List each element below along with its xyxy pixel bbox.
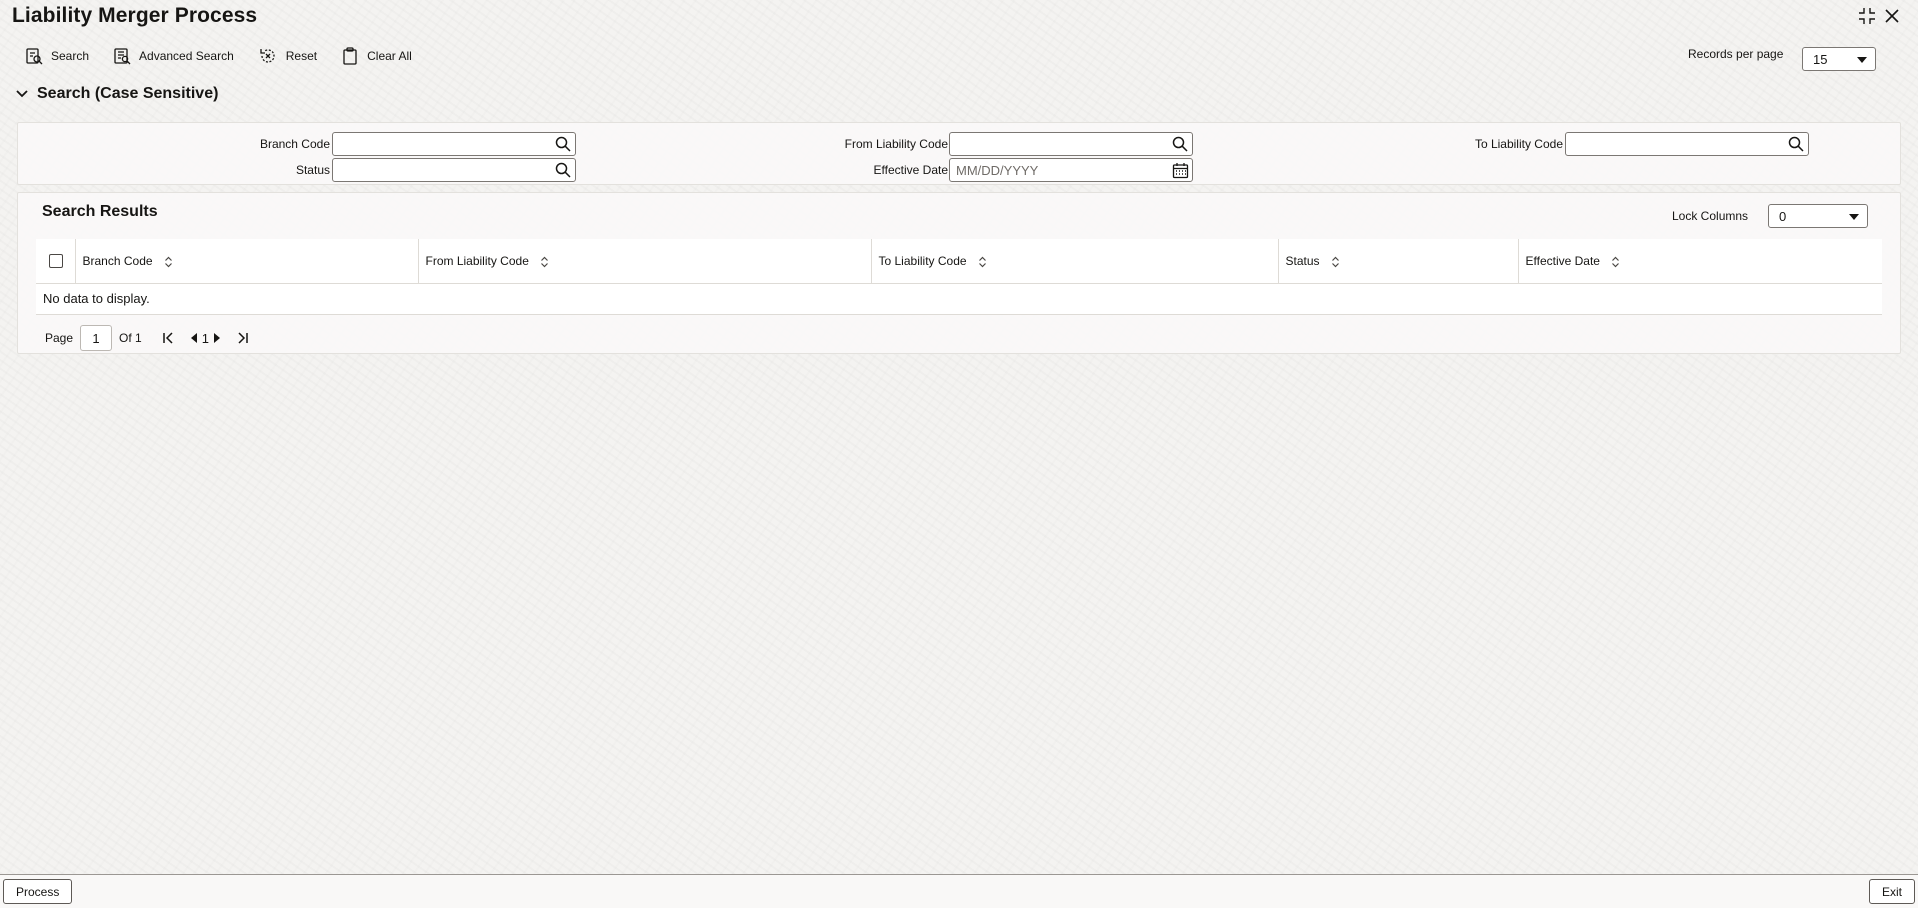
lock-columns-select[interactable]: 0 [1768,204,1868,228]
advanced-search-button-label: Advanced Search [139,49,234,63]
to-liability-code-input[interactable] [1566,133,1808,155]
column-header-to-liability-code[interactable]: To Liability Code [871,239,1279,284]
select-all-checkbox[interactable] [49,254,63,269]
search-criteria-panel: Branch Code Status From Liability Code E… [17,122,1901,185]
effective-date-field[interactable] [949,158,1193,182]
last-page-icon[interactable] [237,332,249,344]
from-liability-code-input[interactable] [950,133,1192,155]
page-number[interactable]: 1 [202,331,209,346]
page-label: Page [45,331,74,345]
reset-icon [260,49,275,63]
toolbar: Search Advanced Search Reset Clear All [25,47,412,65]
exit-button[interactable]: Exit [1869,879,1916,904]
chevron-down-icon [1857,57,1867,63]
search-icon[interactable] [1171,135,1189,153]
process-button-label: Process [16,884,60,899]
effective-date-label: Effective Date [873,163,948,177]
branch-code-input[interactable] [333,133,575,155]
advanced-search-button[interactable]: Advanced Search [113,47,234,65]
column-header-effective-date[interactable]: Effective Date [1518,239,1882,284]
records-per-page-label: Records per page [1688,47,1784,61]
table-header-row: Branch Code From Liability Code To Liabi… [36,239,1882,284]
current-page-input[interactable]: 1 [80,325,113,351]
sort-icon [541,256,549,267]
clear-all-button[interactable]: Clear All [341,47,412,65]
lock-columns-value: 0 [1779,208,1787,224]
advanced-search-icon [114,48,131,65]
search-section-title: Search (Case Sensitive) [37,85,219,102]
column-header-label: To Liability Code [878,253,967,268]
branch-code-label: Branch Code [259,137,330,151]
search-icon[interactable] [1787,135,1805,153]
process-button[interactable]: Process [3,879,73,904]
to-liability-code-field[interactable] [1565,132,1809,156]
page-title: Liability Merger Process [12,4,258,27]
window-title-bar: Liability Merger Process [12,4,257,34]
results-table: Branch Code From Liability Code To Liabi… [36,239,1882,315]
no-data-message: No data to display. [36,283,1882,315]
to-liability-code-label: To Liability Code [1474,137,1563,151]
column-header-branch-code[interactable]: Branch Code [75,239,419,284]
chevron-down-icon [1849,214,1859,220]
search-button-label: Search [51,49,90,63]
column-header-status[interactable]: Status [1278,239,1519,284]
select-all-header [36,239,76,284]
branch-code-field[interactable] [332,132,576,156]
sort-icon [978,256,986,267]
effective-date-input[interactable] [950,159,1192,181]
search-icon[interactable] [554,161,572,179]
records-per-page-value: 15 [1813,51,1828,67]
first-page-icon[interactable] [162,332,174,344]
close-icon[interactable] [1882,6,1902,26]
status-input[interactable] [333,159,575,181]
previous-page-icon[interactable] [190,333,198,343]
pagination: Page 1 Of 1 1 [45,325,249,351]
sort-icon [1331,256,1339,267]
from-liability-code-label: From Liability Code [844,137,948,151]
search-button[interactable]: Search [25,47,89,65]
from-liability-code-field[interactable] [949,132,1193,156]
search-doc-icon [26,48,43,65]
column-header-label: Status [1285,253,1320,268]
column-header-from-liability-code[interactable]: From Liability Code [418,239,872,284]
table-empty-row: No data to display. [36,283,1882,315]
next-page-icon[interactable] [213,333,221,343]
minimize-icon[interactable] [1857,6,1877,26]
sort-icon [164,256,172,267]
chevron-down-icon [16,90,28,98]
current-page-value: 1 [92,330,100,346]
reset-button-label: Reset [285,49,318,63]
reset-button[interactable]: Reset [258,47,317,65]
exit-button-label: Exit [1882,884,1903,899]
clear-all-button-label: Clear All [367,49,412,63]
lock-columns-label: Lock Columns [1672,209,1749,223]
records-per-page-select[interactable]: 15 [1802,47,1876,71]
column-header-label: Branch Code [82,253,153,268]
calendar-icon[interactable] [1171,161,1189,179]
column-header-label: Effective Date [1525,253,1600,268]
page-total-label: Of 1 [119,331,142,345]
sort-icon [1612,256,1620,267]
clipboard-icon [343,47,357,65]
footer-bar: Process Exit [0,874,1918,908]
search-section-toggle[interactable]: Search (Case Sensitive) [15,85,218,103]
search-results-title: Search Results [42,203,158,220]
column-header-label: From Liability Code [425,253,529,268]
search-icon[interactable] [554,135,572,153]
status-field[interactable] [332,158,576,182]
status-label: Status [295,163,330,177]
